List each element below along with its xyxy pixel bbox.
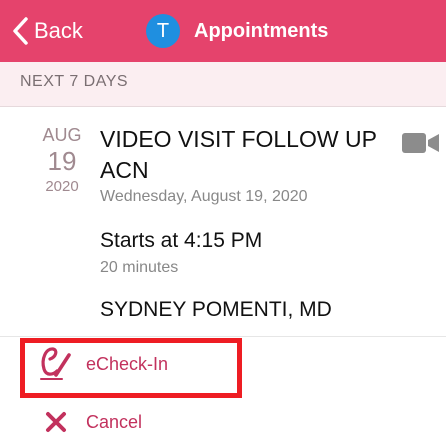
chevron-left-icon (13, 17, 28, 45)
cancel-label: Cancel (86, 411, 143, 432)
date-month: AUG (42, 125, 82, 145)
appointment-start-time: Starts at 4:15 PM (100, 229, 263, 252)
echeckin-icon (40, 347, 71, 380)
avatar[interactable]: T (146, 14, 180, 48)
appointments-screen: Back T Appointments NEXT 7 DAYS AUG 19 2… (0, 0, 446, 438)
cancel-button[interactable]: Cancel (44, 406, 142, 438)
back-button[interactable]: Back (10, 14, 83, 48)
section-header: NEXT 7 DAYS (0, 62, 446, 107)
echeckin-button[interactable]: eCheck-In (36, 342, 186, 386)
appointment-provider: SYDNEY POMENTI, MD (100, 298, 332, 321)
appointment-duration: 20 minutes (100, 259, 179, 276)
appointment-full-date: Wednesday, August 19, 2020 (100, 188, 308, 205)
appointment-date-block: AUG 19 2020 (38, 124, 86, 198)
divider (0, 336, 446, 337)
date-year: 2020 (45, 178, 79, 195)
page-title: Appointments (194, 19, 329, 42)
section-label: NEXT 7 DAYS (20, 73, 129, 90)
appointment-title: VIDEO VISIT FOLLOW UP ACN (100, 126, 377, 183)
nav-header: Back T Appointments (0, 0, 446, 62)
video-camera-icon (402, 133, 439, 153)
back-label: Back (34, 18, 83, 43)
close-icon (46, 412, 66, 432)
date-day: 19 (47, 146, 77, 176)
echeckin-label: eCheck-In (86, 353, 169, 374)
header-title-group: T Appointments (146, 12, 328, 50)
